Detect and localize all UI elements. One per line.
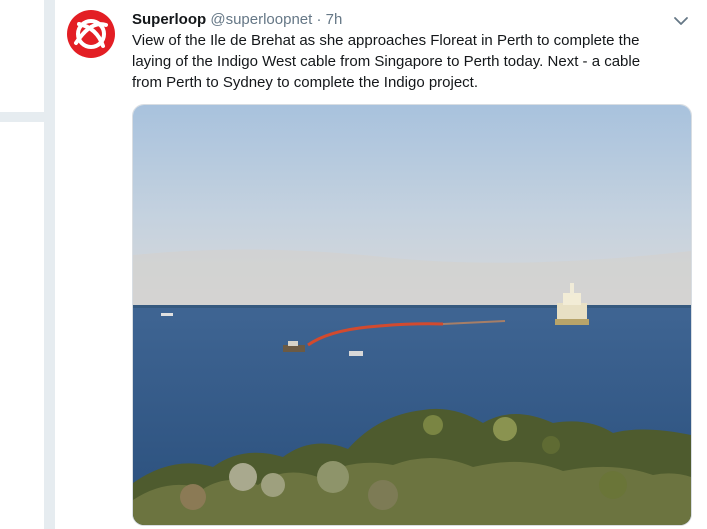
chevron-down-icon[interactable]	[672, 12, 690, 30]
tweet-text: View of the Ile de Brehat as she approac…	[132, 30, 692, 93]
tweet-text-line: laying of the Indigo West cable from Sin…	[132, 53, 641, 70]
author-handle[interactable]: @superloopnet	[210, 11, 312, 28]
author-name[interactable]: Superloop	[132, 11, 206, 28]
left-column-divider	[0, 112, 44, 122]
tweet-header: Superloop @superloopnet · 7h	[132, 10, 342, 30]
tweet-card[interactable]: Superloop @superloopnet · 7h View of the…	[55, 0, 707, 529]
header-separator: ·	[316, 11, 322, 28]
tweet-timestamp[interactable]: 7h	[326, 11, 343, 28]
left-column-panel	[0, 0, 44, 529]
tweet-text-line: from Perth to Sydney to complete the Ind…	[132, 74, 479, 91]
tweet-text-line: View of the Ile de Brehat as she approac…	[132, 32, 640, 49]
tweet-photo[interactable]	[132, 104, 692, 526]
superloop-logo-icon[interactable]	[67, 10, 115, 58]
